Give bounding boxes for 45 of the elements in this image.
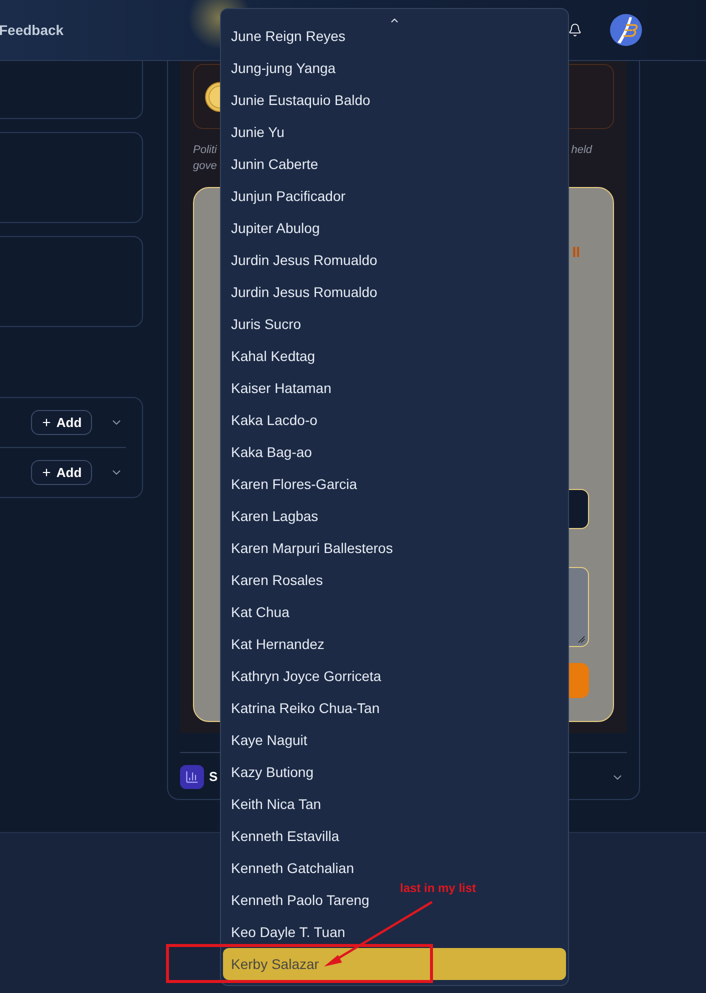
- dropdown-option[interactable]: Jung-jung Yanga: [223, 57, 344, 79]
- dropdown-option[interactable]: Junjun Pacificador: [223, 185, 354, 207]
- dropdown-option[interactable]: Kat Chua: [223, 601, 298, 623]
- section-title[interactable]: S: [209, 769, 218, 785]
- dropdown-option[interactable]: Kenneth Gatchalian: [223, 857, 362, 879]
- dropdown-option[interactable]: Kazy Butiong: [223, 761, 322, 783]
- annotation-text: last in my list: [400, 881, 476, 895]
- dropdown-option[interactable]: Kahal Kedtag: [223, 345, 324, 367]
- dropdown-option[interactable]: Kat Hernandez: [223, 633, 332, 655]
- dropdown-option[interactable]: June Reign Reyes: [223, 25, 354, 47]
- dropdown-option[interactable]: Juris Sucro: [223, 313, 310, 335]
- dropdown-option[interactable]: Karen Lagbas: [223, 505, 326, 527]
- bell-icon[interactable]: [568, 22, 582, 38]
- dropdown-option[interactable]: Kaiser Hataman: [223, 377, 340, 399]
- dropdown-option[interactable]: Jupiter Abulog: [223, 217, 328, 239]
- plus-icon: [41, 417, 52, 428]
- dropdown-option[interactable]: Kaka Bag-ao: [223, 441, 320, 463]
- nav-link[interactable]: Feedback: [0, 20, 64, 40]
- dropdown-option[interactable]: Kenneth Estavilla: [223, 825, 348, 847]
- chart-icon: [180, 765, 204, 789]
- dropdown-option[interactable]: Karen Flores-Garcia: [223, 473, 366, 495]
- add-button[interactable]: Add: [31, 460, 92, 485]
- dropdown-option[interactable]: Karen Marpuri Ballesteros: [223, 537, 401, 559]
- dropdown-option[interactable]: Junin Caberte: [223, 153, 326, 175]
- form-label: ll: [572, 244, 580, 260]
- dropdown-option[interactable]: Katrina Reiko Chua-Tan: [223, 697, 388, 719]
- note-text: held: [571, 143, 594, 158]
- resize-handle-icon[interactable]: [578, 636, 585, 643]
- dropdown-option[interactable]: Kathryn Joyce Gorriceta: [223, 665, 390, 687]
- dropdown-option[interactable]: Junie Eustaquio Baldo: [223, 89, 378, 111]
- add-button[interactable]: Add: [31, 410, 92, 435]
- note-text: gove: [193, 159, 217, 174]
- dropdown-option[interactable]: Junie Yu: [223, 121, 292, 143]
- avatar-logo-icon[interactable]: [610, 14, 642, 46]
- dropdown-option[interactable]: Kaka Lacdo-o: [223, 409, 326, 431]
- dropdown-option[interactable]: Jurdin Jesus Romualdo: [223, 249, 386, 271]
- dropdown-option[interactable]: Keith Nica Tan: [223, 793, 330, 815]
- dropdown-option[interactable]: Keo Dayle T. Tuan: [223, 921, 354, 943]
- plus-icon: [41, 467, 52, 478]
- note-text: Politi: [193, 143, 217, 158]
- dropdown-option[interactable]: Kenneth Paolo Tareng: [223, 889, 378, 911]
- dropdown-option[interactable]: Kaye Naguit: [223, 729, 316, 751]
- dropdown-option[interactable]: Karen Rosales: [223, 569, 331, 591]
- dropdown-option[interactable]: Jurdin Jesus Romualdo: [223, 281, 386, 303]
- dropdown-option[interactable]: Kerby Salazar: [223, 948, 566, 980]
